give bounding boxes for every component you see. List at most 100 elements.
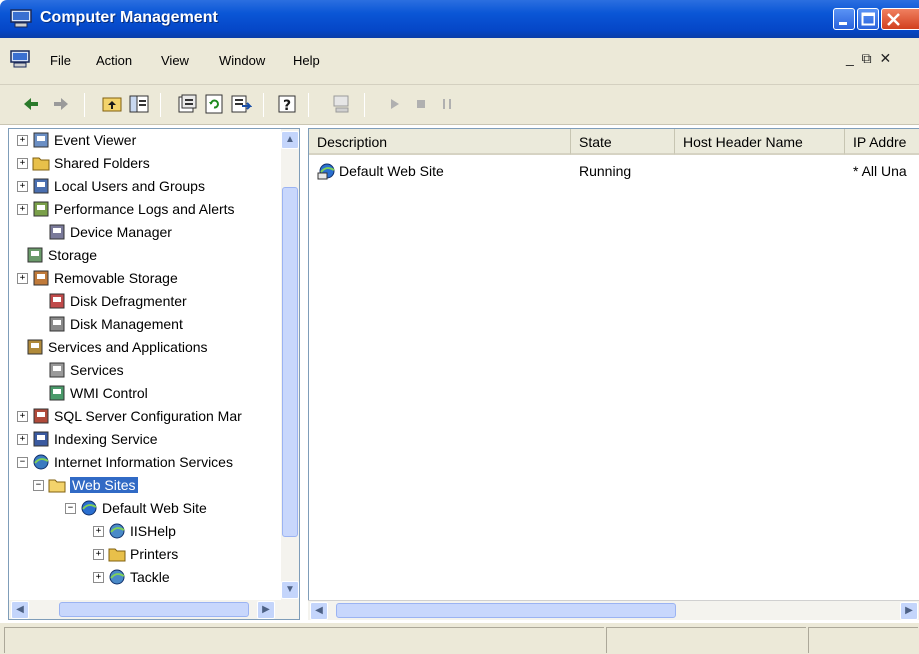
tree-item-label: Printers — [130, 546, 179, 562]
close-icon — [887, 13, 900, 26]
menu-window[interactable]: Window — [219, 53, 265, 68]
tree-item[interactable]: + Tackle — [93, 566, 170, 588]
menu-action[interactable]: Action — [96, 53, 132, 68]
tree-item[interactable]: + SQL Server Configuration Mar — [17, 405, 242, 427]
maximize-icon — [861, 12, 875, 26]
expand-icon[interactable]: + — [17, 134, 28, 146]
scroll-right-icon[interactable]: ▶ — [900, 602, 918, 620]
menu-help[interactable]: Help — [293, 53, 320, 68]
tree-item[interactable]: + IISHelp — [93, 520, 176, 542]
tree-item-label: Performance Logs and Alerts — [54, 201, 235, 217]
tree-item[interactable]: − Web Sites — [33, 474, 138, 496]
computer-management-icon — [10, 9, 32, 28]
tree-item[interactable]: Disk Defragmenter — [33, 290, 187, 312]
web-folder-icon — [109, 569, 125, 585]
minimize-button[interactable] — [833, 8, 855, 30]
minimize-icon — [839, 22, 847, 25]
cell-state: Running — [579, 163, 632, 179]
column-header-state[interactable]: State — [571, 129, 675, 155]
refresh-icon[interactable] — [203, 93, 225, 115]
expand-icon[interactable]: + — [93, 571, 104, 583]
toolbar-separator — [160, 93, 161, 117]
tree-item[interactable]: + Indexing Service — [17, 428, 158, 450]
scroll-thumb[interactable] — [336, 603, 676, 618]
scroll-up-icon[interactable]: ▲ — [281, 131, 299, 149]
expand-icon[interactable]: + — [17, 410, 28, 422]
tree-item[interactable]: Services and Applications — [11, 336, 208, 358]
pause-icon[interactable] — [436, 93, 458, 115]
up-folder-icon[interactable] — [101, 93, 123, 115]
menu-view[interactable]: View — [161, 53, 189, 68]
tree-item[interactable]: Services — [33, 359, 124, 381]
tree-item[interactable]: − Default Web Site — [65, 497, 207, 519]
web-folder-icon — [109, 523, 125, 539]
title-bar[interactable]: Computer Management — [0, 0, 919, 38]
expand-icon[interactable]: + — [93, 525, 104, 537]
help-icon[interactable]: ? — [276, 93, 298, 115]
close-button[interactable] — [881, 8, 919, 30]
scroll-left-icon[interactable]: ◀ — [11, 601, 29, 619]
tree-item-label: Shared Folders — [54, 155, 150, 171]
back-arrow-icon[interactable] — [20, 93, 42, 115]
collapse-icon[interactable]: − — [65, 502, 76, 514]
expand-icon[interactable]: + — [17, 157, 28, 169]
menu-file[interactable]: File — [50, 53, 71, 68]
tree-item[interactable]: Disk Management — [33, 313, 183, 335]
tree-item[interactable]: + Event Viewer — [17, 129, 136, 151]
wmi-icon — [49, 385, 65, 401]
svg-text:?: ? — [283, 98, 291, 114]
status-segment — [4, 627, 604, 653]
scroll-right-icon[interactable]: ▶ — [257, 601, 275, 619]
toolbar: ? — [0, 85, 919, 125]
tree-item[interactable]: + Shared Folders — [17, 152, 150, 174]
removable-storage-icon — [33, 270, 49, 286]
disk-management-icon — [49, 316, 65, 332]
scroll-thumb[interactable] — [282, 187, 298, 537]
stop-icon[interactable] — [410, 93, 432, 115]
export-list-icon[interactable] — [230, 93, 252, 115]
tree-item-label: SQL Server Configuration Mar — [54, 408, 242, 424]
forward-arrow-icon[interactable] — [50, 93, 72, 115]
collapse-icon[interactable]: − — [17, 456, 28, 468]
column-header-host-header-name[interactable]: Host Header Name — [675, 129, 845, 155]
tree-item[interactable]: + Removable Storage — [17, 267, 178, 289]
toolbar-separator — [308, 93, 309, 117]
show-hide-tree-icon[interactable] — [128, 93, 150, 115]
toolbar-separator — [84, 93, 85, 117]
tree-vertical-scrollbar[interactable]: ▲ ▼ — [281, 129, 299, 601]
tree-item-label: Services — [70, 362, 124, 378]
tree-item[interactable]: Device Manager — [33, 221, 172, 243]
tree-item[interactable]: WMI Control — [33, 382, 148, 404]
expand-icon[interactable]: + — [17, 203, 28, 215]
expand-icon[interactable]: + — [17, 180, 28, 192]
storage-icon — [27, 247, 43, 263]
maximize-button[interactable] — [857, 8, 879, 30]
scroll-down-icon[interactable]: ▼ — [281, 581, 299, 599]
device-manager-icon — [49, 224, 65, 240]
column-header-description[interactable]: Description — [309, 129, 571, 155]
scroll-thumb[interactable] — [59, 602, 249, 617]
console-tree[interactable]: + Event Viewer + Shared Folders + Local Users… — [8, 128, 300, 602]
computer-icon[interactable] — [331, 93, 353, 115]
scroll-left-icon[interactable]: ◀ — [310, 602, 328, 620]
tree-item[interactable]: Storage — [11, 244, 97, 266]
expand-icon[interactable]: + — [17, 272, 28, 284]
status-bar — [0, 622, 919, 654]
mdi-child-controls[interactable]: _ ⧉ ✕ — [846, 50, 893, 67]
details-list[interactable]: Description State Host Header Name IP Ad… — [308, 128, 919, 602]
expand-icon[interactable]: + — [17, 433, 28, 445]
services-icon — [49, 362, 65, 378]
collapse-icon[interactable]: − — [33, 479, 44, 491]
tree-horizontal-scrollbar[interactable]: ◀ ▶ — [8, 600, 300, 620]
tree-item[interactable]: + Printers — [93, 543, 178, 565]
details-horizontal-scrollbar[interactable]: ◀ ▶ — [308, 600, 919, 620]
column-header-ip-address[interactable]: IP Addre — [845, 129, 919, 155]
tree-item[interactable]: + Local Users and Groups — [17, 175, 205, 197]
tree-item[interactable]: + Performance Logs and Alerts — [17, 198, 235, 220]
expand-icon[interactable]: + — [93, 548, 104, 560]
start-icon[interactable] — [384, 93, 406, 115]
sql-server-icon — [33, 408, 49, 424]
properties-icon[interactable] — [176, 93, 198, 115]
tree-item[interactable]: − Internet Information Services — [17, 451, 233, 473]
system-menu-icon[interactable] — [10, 50, 30, 68]
